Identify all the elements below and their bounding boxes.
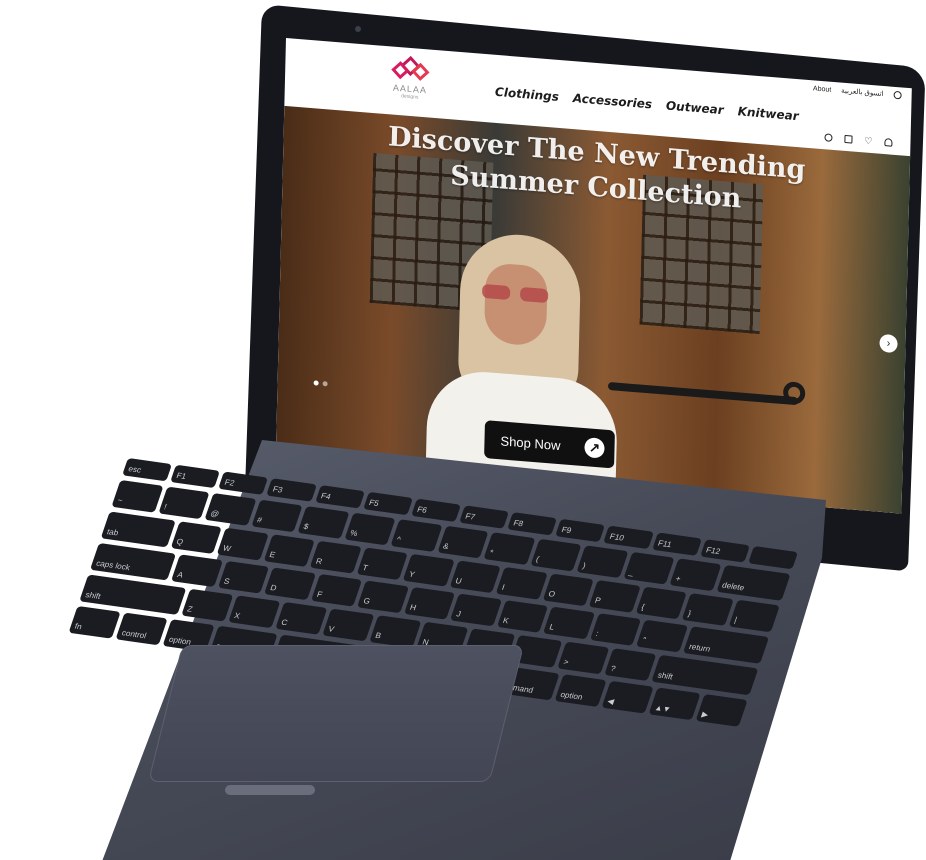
key: U	[449, 560, 501, 594]
nav-item-clothings[interactable]: Clothings	[495, 85, 559, 104]
key: ^	[390, 519, 443, 552]
key: )	[576, 545, 629, 578]
main-nav: Clothings Accessories Outwear Knitwear	[495, 85, 799, 123]
key: C	[275, 601, 328, 635]
key: W	[216, 527, 269, 561]
key: (	[529, 538, 582, 572]
key: I	[495, 566, 548, 600]
key: J	[450, 593, 502, 627]
arrow-right-key: ▶	[695, 694, 748, 727]
key: G	[357, 580, 409, 614]
key: A	[171, 554, 223, 588]
site-logo[interactable]: AALAA designs	[379, 52, 440, 113]
key: >	[557, 641, 610, 675]
key: |	[728, 599, 780, 633]
nav-item-knitwear[interactable]: Knitwear	[737, 104, 798, 123]
key: K	[496, 600, 549, 633]
key: *	[483, 532, 536, 565]
carousel-dot-2[interactable]	[322, 381, 328, 387]
key: E	[263, 534, 315, 567]
tab-key: tab	[100, 511, 176, 548]
laptop-screen: About اتسوق بالعربية AALAA designs Cloth…	[275, 38, 912, 514]
language-link[interactable]: اتسوق بالعربية	[841, 87, 884, 98]
arrow-up-right-icon: ↗	[584, 437, 605, 459]
key: P	[588, 580, 641, 613]
carousel-dots	[313, 380, 328, 387]
key: V	[322, 608, 375, 642]
key: +	[669, 558, 722, 592]
key: esc	[122, 458, 173, 482]
globe-icon[interactable]	[893, 90, 902, 100]
key: L	[543, 606, 595, 640]
front-notch	[225, 785, 315, 795]
webcam	[355, 26, 361, 32]
key: {	[635, 586, 687, 620]
key: :	[589, 613, 642, 646]
caps-lock-key: caps lock	[89, 542, 177, 581]
fn-key: fn	[68, 605, 121, 639]
header-icons: ♡	[824, 133, 893, 147]
about-link[interactable]: About	[813, 85, 831, 93]
trackpad	[147, 645, 525, 782]
arrow-left-key: ◀	[601, 680, 654, 714]
carousel-dot-1[interactable]	[313, 380, 319, 386]
key: _	[622, 551, 675, 585]
logo-mark-icon	[391, 55, 430, 81]
key: F	[310, 573, 363, 607]
key: %	[343, 512, 396, 546]
key: ~	[111, 479, 164, 513]
door-handle	[607, 381, 799, 406]
key: T	[356, 547, 408, 581]
nav-item-accessories[interactable]: Accessories	[573, 91, 652, 111]
bag-icon[interactable]	[844, 134, 853, 144]
shop-now-label: Shop Now	[500, 432, 561, 453]
key: S	[217, 560, 270, 594]
key: &	[436, 525, 489, 559]
key: #	[250, 499, 303, 533]
arrow-up-down-key: ▲▼	[648, 687, 701, 721]
chevron-right-icon[interactable]: ›	[879, 333, 898, 354]
control-key: control	[115, 612, 168, 646]
key: B	[369, 615, 422, 648]
key: X	[228, 595, 281, 629]
key: !	[157, 486, 210, 520]
delete-key: delete	[715, 564, 791, 601]
nav-item-outwear[interactable]: Outwear	[666, 99, 724, 118]
search-icon[interactable]	[824, 133, 833, 142]
key: }	[681, 593, 734, 626]
option-key-right: option	[554, 674, 607, 707]
user-icon[interactable]	[884, 138, 893, 147]
key: R	[309, 540, 362, 574]
return-key: return	[682, 626, 770, 664]
key: Q	[170, 521, 222, 554]
key: Z	[180, 588, 234, 622]
heart-icon[interactable]: ♡	[864, 135, 872, 146]
key: @	[204, 493, 257, 526]
key: D	[264, 567, 316, 601]
key: Y	[402, 553, 455, 587]
key: ?	[604, 648, 657, 682]
key: $	[297, 506, 350, 539]
utility-bar: About اتسوق بالعربية	[813, 84, 902, 100]
key: F1	[170, 464, 221, 489]
key: "	[636, 619, 688, 653]
key: O	[542, 573, 594, 607]
key: H	[403, 587, 456, 620]
